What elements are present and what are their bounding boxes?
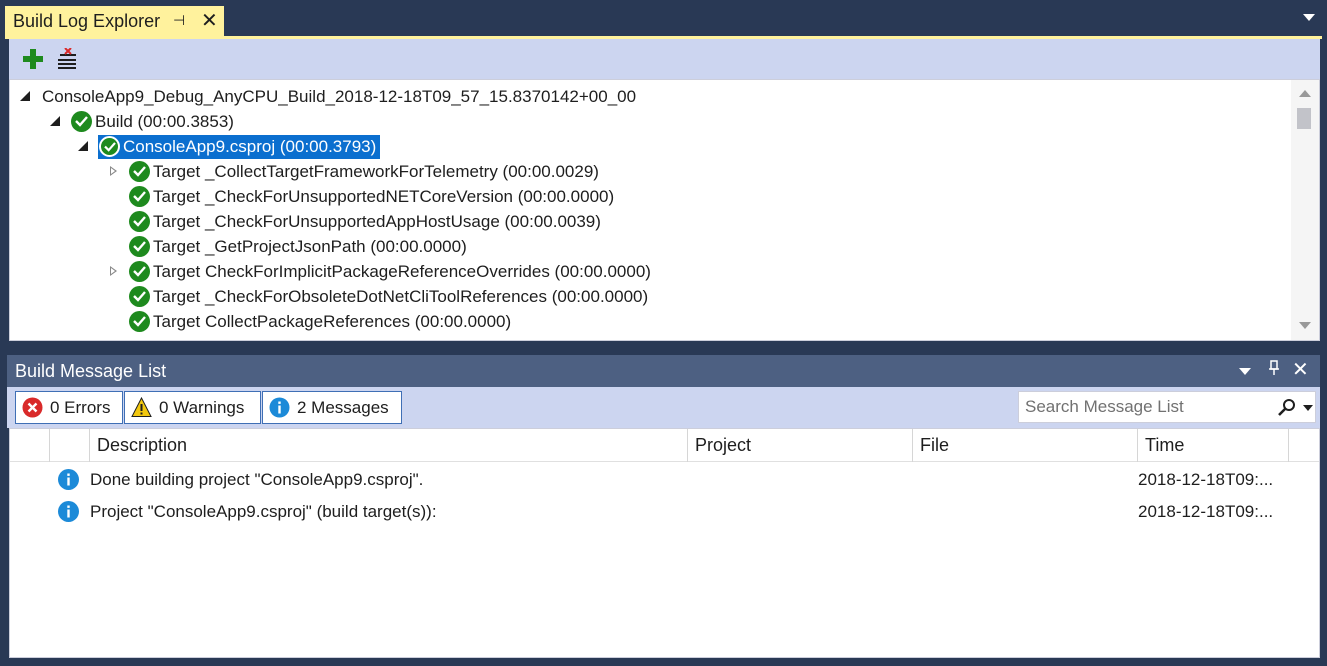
tree-target-node[interactable]: Target _GetProjectJsonPath (00:00.0000)	[129, 234, 467, 259]
document-tabstrip: Build Log Explorer ⊣ ✕	[0, 0, 1327, 37]
tree-project-label: ConsoleApp9.csproj (00:00.3793)	[123, 136, 377, 156]
selected-row-highlight[interactable]: ConsoleApp9.csproj (00:00.3793)	[98, 134, 381, 159]
warning-icon	[131, 397, 152, 418]
row-description: Project "ConsoleApp9.csproj" (build targ…	[90, 502, 437, 521]
messages-filter-label: 2 Messages	[297, 397, 389, 417]
success-check-icon	[129, 161, 150, 182]
tree-target-node[interactable]: Target _CheckForUnsupportedAppHostUsage …	[129, 209, 601, 234]
pin-icon[interactable]	[1268, 360, 1280, 381]
expand-arrow-icon[interactable]	[110, 266, 117, 276]
message-filter-bar: 0 Errors 0 Warnings 2 Messages	[7, 387, 1320, 428]
close-icon[interactable]: ✕	[1292, 357, 1309, 382]
plus-icon	[23, 49, 43, 69]
tree-target-label: Target CheckForImplicitPackageReferenceO…	[153, 261, 651, 281]
info-icon	[58, 501, 79, 522]
messages-filter-button[interactable]: 2 Messages	[262, 391, 402, 424]
warnings-filter-label: 0 Warnings	[159, 397, 245, 417]
tree-vertical-scrollbar[interactable]	[1291, 80, 1319, 340]
success-check-icon	[129, 311, 150, 332]
message-list-titlebar: Build Message List ✕	[7, 355, 1320, 387]
tree-project-node[interactable]: ConsoleApp9.csproj (00:00.3793)	[78, 134, 381, 159]
search-message-list[interactable]	[1018, 391, 1316, 423]
tab-overflow-dropdown-icon[interactable]	[1303, 14, 1315, 21]
tree-target-label: Target CollectPackageReferences (00:00.0…	[153, 311, 512, 331]
scroll-down-arrow-icon[interactable]	[1299, 322, 1311, 329]
column-header-time[interactable]: Time	[1138, 429, 1289, 462]
tree-root-label: ConsoleApp9_Debug_AnyCPU_Build_2018-12-1…	[42, 86, 637, 106]
success-check-icon	[129, 186, 150, 207]
column-header-blank[interactable]	[50, 429, 90, 462]
table-row[interactable]: Done building project "ConsoleApp9.cspro…	[10, 464, 1319, 496]
tree-target-node[interactable]: Target _CheckForObsoleteDotNetCliToolRef…	[129, 284, 648, 309]
tree-build-label: Build (00:00.3853)	[95, 111, 234, 131]
build-log-tree[interactable]: ConsoleApp9_Debug_AnyCPU_Build_2018-12-1…	[9, 79, 1320, 341]
tree-target-node[interactable]: Target CheckForImplicitPackageReferenceO…	[110, 259, 651, 284]
explorer-toolbar	[9, 39, 1320, 79]
collapse-arrow-icon[interactable]	[78, 141, 88, 151]
ide-window: Build Log Explorer ⊣ ✕ ConsoleApp9_Debug…	[0, 0, 1327, 666]
errors-filter-button[interactable]: 0 Errors	[15, 391, 123, 424]
errors-filter-label: 0 Errors	[50, 397, 111, 417]
window-options-dropdown-icon[interactable]	[1239, 368, 1251, 375]
success-check-icon	[129, 261, 150, 282]
search-icon[interactable]	[1277, 398, 1297, 423]
info-icon	[58, 469, 79, 490]
success-check-icon	[99, 136, 120, 157]
row-time: 2018-12-18T09:...	[1138, 502, 1274, 521]
close-icon[interactable]: ✕	[201, 8, 218, 33]
row-description: Done building project "ConsoleApp9.cspro…	[90, 470, 424, 489]
tree-root-node[interactable]: ConsoleApp9_Debug_AnyCPU_Build_2018-12-1…	[20, 84, 636, 109]
scroll-up-arrow-icon[interactable]	[1299, 90, 1311, 97]
tab-title: Build Log Explorer	[13, 11, 161, 31]
tree-target-node[interactable]: Target _CheckForUnsupportedNETCoreVersio…	[129, 184, 614, 209]
tree-target-label: Target _CheckForUnsupportedAppHostUsage …	[153, 211, 601, 231]
column-header-project[interactable]: Project	[688, 429, 913, 462]
scrollbar-thumb[interactable]	[1297, 108, 1311, 129]
table-row[interactable]: Project "ConsoleApp9.csproj" (build targ…	[10, 496, 1319, 528]
success-check-icon	[129, 286, 150, 307]
success-check-icon	[71, 111, 92, 132]
tree-target-label: Target _CheckForUnsupportedNETCoreVersio…	[153, 186, 615, 206]
success-check-icon	[129, 211, 150, 232]
clear-list-button[interactable]	[55, 47, 79, 71]
clear-list-icon	[58, 48, 76, 69]
column-header-icon[interactable]	[10, 429, 50, 462]
column-header-description[interactable]: Description	[90, 429, 688, 462]
tree-target-label: Target _CheckForObsoleteDotNetCliToolRef…	[153, 286, 649, 306]
tree-build-node[interactable]: Build (00:00.3853)	[50, 109, 234, 134]
build-log-explorer-tab[interactable]: Build Log Explorer ⊣ ✕	[5, 6, 224, 37]
tree-target-node[interactable]: Target _CollectTargetFrameworkForTelemet…	[110, 159, 599, 184]
warnings-filter-button[interactable]: 0 Warnings	[124, 391, 261, 424]
expand-arrow-icon[interactable]	[110, 166, 117, 176]
search-options-dropdown-icon[interactable]	[1303, 405, 1313, 411]
collapse-arrow-icon[interactable]	[20, 91, 30, 101]
search-input[interactable]	[1025, 397, 1275, 417]
success-check-icon	[129, 236, 150, 257]
message-list-title: Build Message List	[15, 360, 167, 381]
column-header-file[interactable]: File	[913, 429, 1138, 462]
info-icon	[269, 397, 290, 418]
tree-target-label: Target _CollectTargetFrameworkForTelemet…	[153, 161, 599, 181]
collapse-arrow-icon[interactable]	[50, 116, 60, 126]
table-header: Description Project File Time	[10, 429, 1319, 462]
add-button[interactable]	[21, 47, 45, 71]
pin-icon[interactable]: ⊣	[173, 12, 185, 29]
tree-target-node[interactable]: Target CollectPackageReferences (00:00.0…	[129, 309, 511, 334]
row-time: 2018-12-18T09:...	[1138, 470, 1274, 489]
tree-target-label: Target _GetProjectJsonPath (00:00.0000)	[153, 236, 467, 256]
error-icon	[22, 397, 43, 418]
message-list-table: Description Project File Time Done build…	[9, 428, 1320, 658]
